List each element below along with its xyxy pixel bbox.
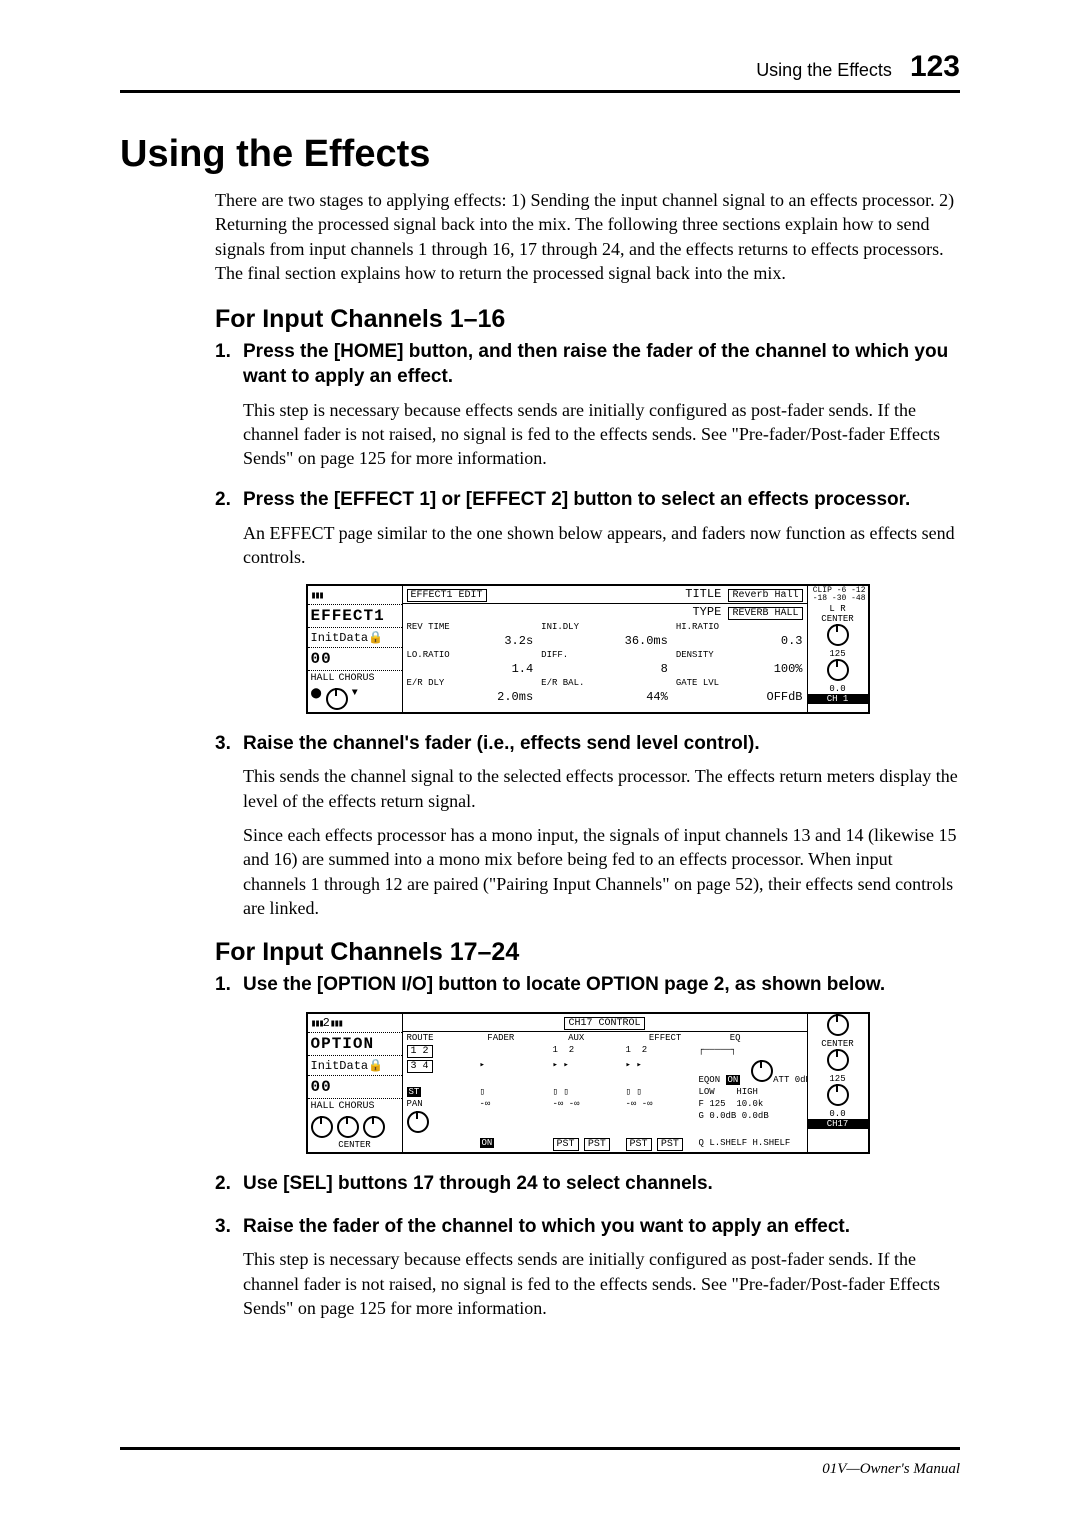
steps-list-b: Use the [OPTION I/O] button to locate OP… bbox=[215, 973, 960, 1320]
lcd2-memory: InitData🔒 bbox=[308, 1056, 402, 1076]
lcd1-meter-scale: CLIP -6 -12 -18 -30 -48 bbox=[808, 586, 868, 604]
dial-icon bbox=[407, 1111, 429, 1133]
lcd1-er-dly: 2.0ms bbox=[403, 689, 538, 705]
lcd1-gate-lvl: OFFdB bbox=[672, 689, 807, 705]
running-header: Using the Effects 123 bbox=[120, 50, 960, 93]
section-heading-1-16: For Input Channels 1–16 bbox=[215, 305, 960, 334]
lcd2-ch-indicator: CH17 bbox=[808, 1119, 868, 1129]
step-a2-body: An EFFECT page similar to the one shown … bbox=[243, 521, 960, 570]
meter-icon bbox=[330, 1016, 342, 1030]
dial-icon bbox=[827, 1084, 849, 1106]
dial-icon bbox=[337, 1116, 359, 1138]
lcd1-type-val: REVERB HALL bbox=[728, 607, 802, 620]
lcd2-tab: CH17 CONTROL bbox=[564, 1017, 644, 1030]
lcd2-foot-r: CHORUS bbox=[339, 1101, 375, 1112]
page-title: Using the Effects bbox=[120, 133, 960, 176]
steps-list-a: Press the [HOME] button, and then raise … bbox=[215, 340, 960, 920]
lcd1-diff: 8 bbox=[537, 661, 672, 677]
meter-icon bbox=[311, 588, 323, 602]
down-arrow-icon: ▼ bbox=[352, 688, 358, 710]
footer-text: 01V—Owner's Manual bbox=[822, 1461, 960, 1478]
step-b3-body: This step is necessary because effects s… bbox=[243, 1247, 960, 1320]
header-section-label: Using the Effects bbox=[756, 60, 892, 81]
disc-icon: ⬤ bbox=[311, 688, 322, 710]
dial-icon bbox=[311, 1116, 333, 1138]
option-control-screen: 2 OPTION InitData🔒 00 HALLCHORUS CENTER … bbox=[306, 1012, 870, 1154]
lcd1-rev-time: 3.2s bbox=[403, 633, 538, 649]
step-a3-head: Raise the channel's fader (i.e., effects… bbox=[215, 732, 960, 757]
dial-icon bbox=[827, 1049, 849, 1071]
lcd1-counter: 00 bbox=[308, 648, 402, 671]
dial-icon bbox=[827, 1014, 849, 1036]
lcd1-title: EFFECT1 bbox=[308, 605, 402, 628]
intro-paragraph: There are two stages to applying effects… bbox=[215, 188, 960, 285]
lcd1-density: 100% bbox=[672, 661, 807, 677]
lcd2-title: OPTION bbox=[308, 1033, 402, 1056]
dial-icon bbox=[326, 688, 348, 710]
dial-icon bbox=[363, 1116, 385, 1138]
dial-icon bbox=[827, 659, 849, 681]
step-a1-body: This step is necessary because effects s… bbox=[243, 398, 960, 471]
footer-rule bbox=[120, 1447, 960, 1450]
step-a3-body: This sends the channel signal to the sel… bbox=[243, 764, 960, 920]
section-heading-17-24: For Input Channels 17–24 bbox=[215, 938, 960, 967]
lcd1-foot-r: CHORUS bbox=[339, 673, 375, 684]
step-b2-head: Use [SEL] buttons 17 through 24 to selec… bbox=[215, 1172, 960, 1197]
lcd2-foot-l: HALL bbox=[311, 1101, 335, 1112]
effect-edit-screen: EFFECT1 InitData🔒 00 HALL CHORUS ⬤ ▼ EFFEC… bbox=[306, 584, 870, 714]
lcd1-tab: EFFECT1 EDIT bbox=[407, 589, 487, 602]
step-a1-head: Press the [HOME] button, and then raise … bbox=[215, 340, 960, 389]
header-page-number: 123 bbox=[910, 50, 960, 84]
meter-icon bbox=[311, 1016, 323, 1030]
dial-icon bbox=[751, 1060, 773, 1082]
step-a2-head: Press the [EFFECT 1] or [EFFECT 2] butto… bbox=[215, 488, 960, 513]
lcd1-hi-ratio: 0.3 bbox=[672, 633, 807, 649]
lcd1-er-bal: 44% bbox=[537, 689, 672, 705]
lcd1-ch-indicator: CH 1 bbox=[808, 694, 868, 704]
lcd1-foot-l: HALL bbox=[311, 673, 335, 684]
step-b1-head: Use the [OPTION I/O] button to locate OP… bbox=[215, 973, 960, 998]
lcd2-counter: 00 bbox=[308, 1076, 402, 1099]
lcd1-memory: InitData🔒 bbox=[308, 628, 402, 648]
dial-icon bbox=[827, 624, 849, 646]
lcd1-lo-ratio: 1.4 bbox=[403, 661, 538, 677]
lcd1-title-val: Reverb Hall bbox=[728, 589, 802, 602]
step-b3-head: Raise the fader of the channel to which … bbox=[215, 1215, 960, 1240]
lcd1-ini-dly: 36.0ms bbox=[537, 633, 672, 649]
